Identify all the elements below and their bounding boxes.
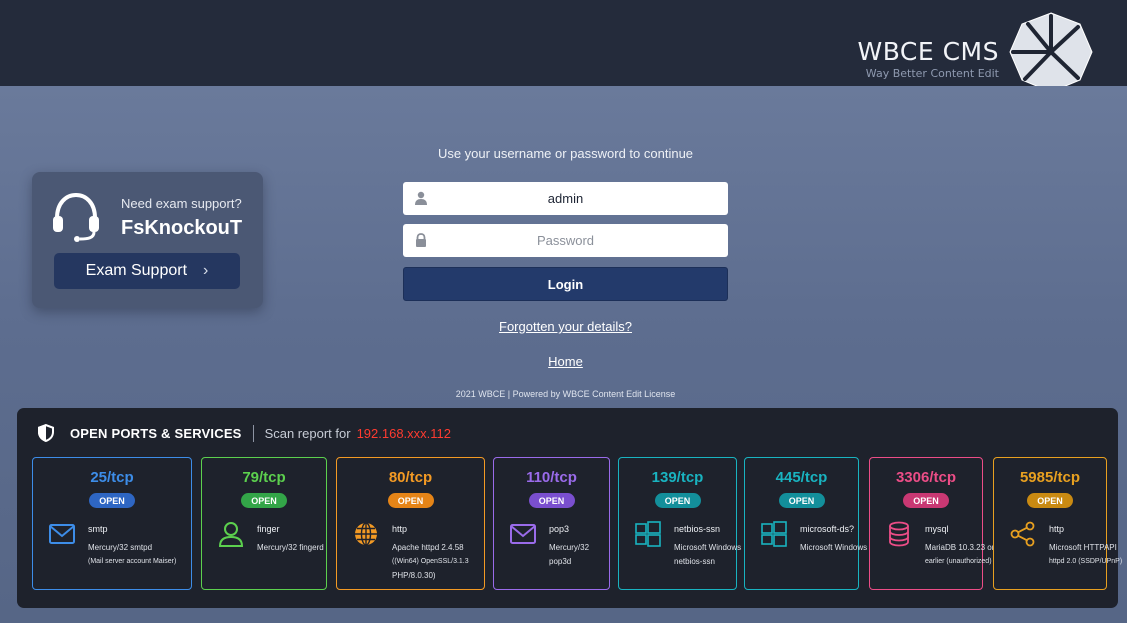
description-line: MariaDB 10.3.23 or — [925, 543, 995, 552]
password-input[interactable] — [433, 224, 698, 257]
wbce-logo-icon — [1009, 12, 1093, 93]
description-line: (Mail server account Maiser) — [88, 558, 177, 565]
port-card: 80/tcp OPEN http Apache httpd 2.4.58 ((Win64… — [336, 457, 485, 590]
login-button[interactable]: Login — [403, 267, 728, 301]
status-badge: OPEN — [1027, 493, 1073, 508]
exam-support-button[interactable]: Exam Support › — [54, 253, 240, 289]
service-description: Microsoft HTTPAPI httpd 2.0 (SSDP/UPnP) — [1049, 541, 1123, 569]
service-description: Mercury/32 smtpd (Mail server account Mai… — [88, 541, 187, 569]
divider — [252, 424, 254, 442]
footer-note: 2021 WBCE | Powered by WBCE Content Edit… — [455, 389, 676, 399]
top-header: WBCE CMS Way Better Content Edit — [0, 0, 1127, 86]
open-ports-panel: OPEN PORTS & SERVICES Scan report for 19… — [17, 408, 1123, 608]
description-line: PHP/8.0.30) — [392, 571, 436, 580]
status-badge: OPEN — [778, 493, 825, 508]
service-name: pop3 — [549, 524, 570, 534]
ports-title: OPEN PORTS & SERVICES — [70, 425, 242, 441]
status-badge: OPEN — [528, 493, 575, 508]
service-name: netbios-ssn — [674, 524, 721, 534]
login-prompt: Use your username or password to continu… — [437, 146, 694, 161]
description-line: ((Win64) OpenSSL/3.1.3 — [392, 558, 469, 565]
service-description: Microsoft Windows — [800, 541, 868, 555]
user-icon — [218, 522, 244, 547]
port-number: 3306/tcp — [895, 469, 957, 486]
exam-support-label: Exam Support — [85, 262, 188, 279]
service-description: Mercury/32 pop3d — [549, 541, 605, 569]
scan-ip: 192.168.xxx.112 — [356, 425, 452, 441]
username-field-wrapper — [403, 182, 728, 215]
service-description: Microsoft Windows netbios-ssn — [674, 541, 742, 569]
description-line: Mercury/32 smtpd — [88, 543, 153, 552]
service-name: finger — [257, 524, 280, 534]
shield-icon — [38, 424, 54, 442]
port-card: 5985/tcp OPEN http Microsoft HTTPAPI httpd 2… — [993, 457, 1123, 590]
description-line: Microsoft Windows — [800, 543, 868, 552]
ports-header: OPEN PORTS & SERVICES Scan report for 19… — [37, 423, 451, 443]
description-line: Microsoft HTTPAPI — [1049, 543, 1117, 552]
chevron-right-icon: › — [203, 262, 209, 279]
description-line: earlier (unauthorized) — [925, 558, 992, 565]
port-number: 5985/tcp — [1019, 469, 1081, 486]
service-description: MariaDB 10.3.23 or earlier (unauthorized) — [925, 541, 995, 569]
mail-icon — [510, 524, 536, 544]
support-name: FsKnockouT — [121, 217, 243, 239]
username-input[interactable] — [433, 182, 698, 215]
forgot-details-link[interactable]: Forgotten your details? — [403, 319, 728, 334]
status-badge: OPEN — [654, 493, 701, 508]
description-line: httpd 2.0 (SSDP/UPnP) — [1049, 558, 1123, 565]
port-number: 110/tcp — [526, 469, 577, 486]
service-description: Apache httpd 2.4.58 ((Win64) OpenSSL/3.1.… — [392, 541, 480, 583]
status-badge: OPEN — [89, 493, 135, 508]
description-line: netbios-ssn — [674, 557, 715, 566]
port-number: 445/tcp — [775, 469, 828, 486]
support-question: Need exam support? — [121, 196, 242, 211]
windows-icon — [635, 521, 661, 547]
port-card: 25/tcp OPEN smtp Mercury/32 smtpd (Mail serv… — [32, 457, 192, 590]
password-field-wrapper — [403, 224, 728, 257]
brand: WBCE CMS Way Better Content Edit — [857, 38, 999, 81]
description-line: Mercury/32 fingerd — [257, 543, 324, 552]
port-card: 110/tcp OPEN pop3 Mercury/32 pop3d — [493, 457, 610, 590]
brand-name: WBCE CMS — [857, 37, 999, 66]
description-line: pop3d — [549, 557, 572, 566]
port-card: 445/tcp OPEN microsoft-ds? Microsoft Window… — [744, 457, 868, 590]
globe-icon — [355, 522, 377, 546]
service-description: Mercury/32 fingerd — [257, 541, 324, 555]
home-link[interactable]: Home — [403, 354, 728, 369]
windows-icon — [761, 521, 787, 547]
port-card: 79/tcp OPEN finger Mercury/32 fingerd — [201, 457, 327, 590]
exam-support-card: Need exam support? FsKnockouT Exam Suppo… — [32, 172, 263, 308]
description-line: Apache httpd 2.4.58 — [392, 543, 464, 552]
port-number: 139/tcp — [651, 469, 704, 486]
port-number: 79/tcp — [242, 469, 286, 486]
description-line: Mercury/32 — [549, 543, 590, 552]
brand-tagline: Way Better Content Edit — [865, 67, 999, 80]
service-name: http — [392, 524, 408, 534]
status-badge: OPEN — [903, 493, 949, 508]
port-number: 25/tcp — [90, 469, 134, 486]
scan-report-label: Scan report for — [264, 425, 351, 441]
status-badge: OPEN — [387, 493, 434, 508]
port-card: 139/tcp OPEN netbios-ssn Microsoft Windows n… — [618, 457, 742, 590]
status-badge: OPEN — [241, 493, 287, 508]
port-number: 80/tcp — [388, 469, 433, 486]
port-card: 3306/tcp OPEN mysql MariaDB 10.3.23 or earli… — [869, 457, 995, 590]
service-name: mysql — [925, 524, 949, 534]
lock-icon — [416, 233, 426, 247]
user-icon — [415, 191, 427, 205]
service-name: http — [1049, 524, 1065, 534]
share-icon — [1010, 521, 1035, 547]
database-icon — [889, 521, 909, 547]
service-name: microsoft-ds? — [800, 524, 855, 534]
service-name: smtp — [88, 524, 108, 534]
headset-icon — [53, 192, 99, 242]
mail-icon — [49, 524, 75, 544]
description-line: Microsoft Windows — [674, 543, 742, 552]
